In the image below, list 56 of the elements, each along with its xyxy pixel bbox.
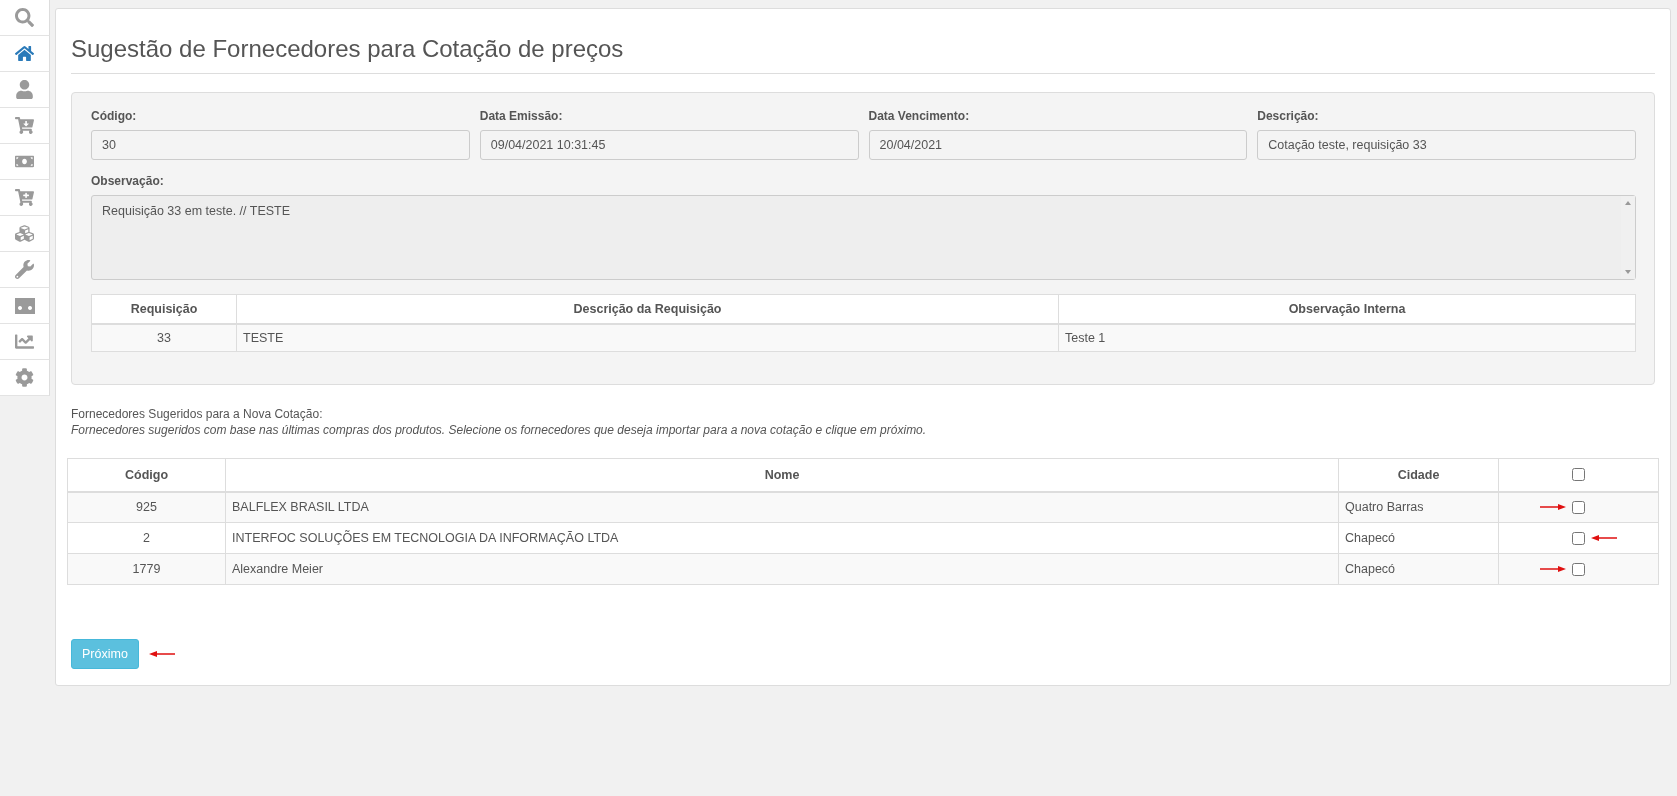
table-cell: INTERFOC SOLUÇÕES EM TECNOLOGIA DA INFORMAÇÃO LTDA	[225, 522, 1339, 554]
checkbox[interactable]	[1572, 531, 1585, 545]
input-field[interactable]: Cotação teste, requisição 33	[1257, 130, 1636, 160]
field-label: Código:	[91, 109, 138, 123]
field-label: Data Emissão:	[479, 109, 564, 123]
sidebar-item[interactable]	[0, 288, 50, 324]
cassette-icon	[14, 297, 35, 314]
hint-text: Fornecedores sugeridos com base nas últimas compras dos produtos. Selecione os fornecedores que deseja importar para a nova cotação e clique em próximo.	[71, 423, 928, 437]
checkbox[interactable]	[1572, 562, 1585, 576]
column-header: Descrição da Requisição	[236, 294, 1059, 324]
sidebar-item[interactable]	[0, 180, 50, 216]
checkbox[interactable]	[1572, 500, 1585, 514]
chart-icon	[15, 332, 34, 351]
input-field[interactable]: 20/04/2021	[868, 130, 1248, 160]
sidebar-item[interactable]	[0, 72, 50, 108]
table-cell: 33	[91, 323, 237, 352]
table-cell: Quatro Barras	[1338, 491, 1499, 523]
sidebar-item[interactable]	[0, 324, 50, 360]
input-field[interactable]: 30	[91, 130, 470, 160]
sidebar-item[interactable]	[0, 216, 50, 252]
home-icon	[15, 44, 34, 63]
cubes-icon	[15, 224, 34, 243]
sidebar-item[interactable]	[0, 36, 50, 72]
search-icon	[15, 8, 34, 27]
field-label: Data Vencimento:	[868, 109, 971, 123]
sidebar-item[interactable]	[0, 0, 50, 36]
column-header: Cidade	[1338, 458, 1499, 492]
field-label: Descrição:	[1257, 109, 1320, 123]
sidebar-item[interactable]	[0, 144, 50, 180]
table-cell: Chapecó	[1338, 553, 1499, 585]
table-cell: TESTE	[236, 323, 1059, 352]
cart-download-icon	[15, 116, 34, 135]
sidebar-item[interactable]	[0, 360, 50, 396]
input-field[interactable]: 09/04/2021 10:31:45	[479, 130, 859, 160]
column-header: Nome	[225, 458, 1339, 492]
field-label: Observação:	[91, 174, 165, 188]
wrench-icon	[15, 260, 34, 279]
section-heading: Fornecedores Sugeridos para a Nova Cotação:	[71, 407, 324, 421]
table-cell: BALFLEX BRASIL LTDA	[225, 491, 1339, 523]
column-header: Requisição	[91, 294, 237, 324]
cart-plus-icon	[15, 188, 34, 207]
table-cell: 1779	[67, 553, 226, 585]
select-all-checkbox[interactable]	[1572, 468, 1585, 482]
table-cell: 2	[67, 522, 226, 554]
table-cell: Alexandre Meier	[225, 553, 1339, 585]
table-cell: Chapecó	[1338, 522, 1499, 554]
sidebar-item[interactable]	[0, 108, 50, 144]
table-cell: 925	[67, 491, 226, 523]
sidebar-item[interactable]	[0, 252, 50, 288]
column-header: Observação Interna	[1058, 294, 1636, 324]
column-header: Código	[67, 458, 226, 492]
textarea-field[interactable]: Requisição 33 em teste. // TESTE	[91, 195, 1636, 280]
page-title: Sugestão de Fornecedores para Cotação de preços	[71, 35, 1655, 74]
table-cell: Teste 1	[1058, 323, 1636, 352]
user-icon	[15, 80, 34, 99]
settings-icon	[15, 368, 34, 387]
